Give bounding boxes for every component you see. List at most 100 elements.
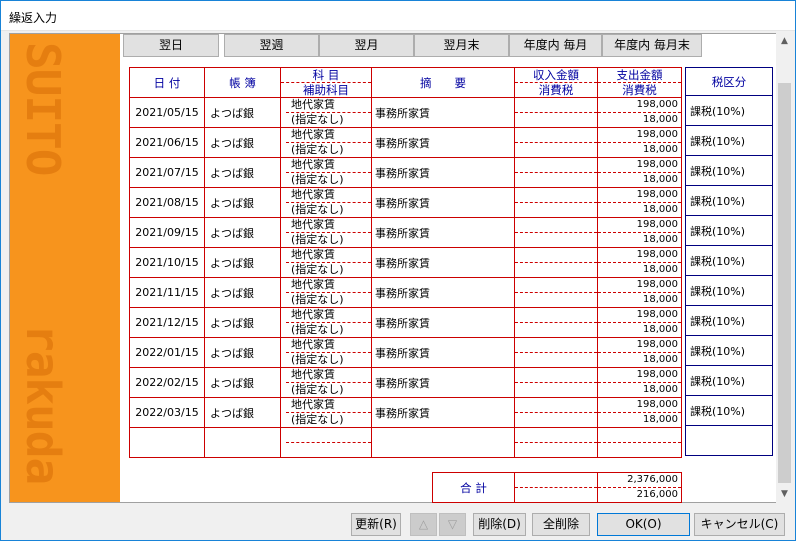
row-expense-cell[interactable]: 198,000 18,000 <box>597 157 682 188</box>
row-book[interactable]: よつば銀 <box>204 247 281 278</box>
row-description[interactable]: 事務所家賃 <box>371 367 515 398</box>
row-subject-cell[interactable] <box>280 427 372 458</box>
row-date[interactable]: 2021/06/15 <box>129 127 205 158</box>
row-description[interactable]: 事務所家賃 <box>371 247 515 278</box>
row-tax-class[interactable]: 課税(10%) <box>685 365 773 396</box>
scrollbar-thumb[interactable] <box>778 83 791 483</box>
row-date[interactable]: 2022/03/15 <box>129 397 205 428</box>
row-subject-cell[interactable]: 地代家賃 (指定なし) <box>280 337 372 368</box>
scroll-down-arrow-icon[interactable]: ▼ <box>776 486 793 503</box>
row-date[interactable]: 2021/07/15 <box>129 157 205 188</box>
row-income-cell[interactable] <box>514 367 598 398</box>
row-subject-cell[interactable]: 地代家賃 (指定なし) <box>280 187 372 218</box>
row-description[interactable] <box>371 427 515 458</box>
row-income-cell[interactable] <box>514 427 598 458</box>
row-subject-cell[interactable]: 地代家賃 (指定なし) <box>280 127 372 158</box>
journal-row[interactable]: 2021/12/15 よつば銀 地代家賃 (指定なし) 事務所家賃 198,000 18,0… <box>129 307 682 338</box>
row-expense-cell[interactable]: 198,000 18,000 <box>597 277 682 308</box>
row-income-cell[interactable] <box>514 337 598 368</box>
row-book[interactable]: よつば銀 <box>204 187 281 218</box>
row-income-cell[interactable] <box>514 187 598 218</box>
row-tax-class[interactable]: 課税(10%) <box>685 245 773 276</box>
row-book[interactable] <box>204 427 281 458</box>
row-date[interactable]: 2021/10/15 <box>129 247 205 278</box>
row-expense-cell[interactable]: 198,000 18,000 <box>597 187 682 218</box>
scroll-up-arrow-icon[interactable]: ▲ <box>776 33 793 50</box>
row-date[interactable]: 2021/08/15 <box>129 187 205 218</box>
row-tax-class[interactable]: 課税(10%) <box>685 305 773 336</box>
row-tax-class[interactable]: 課税(10%) <box>685 275 773 306</box>
row-description[interactable]: 事務所家賃 <box>371 127 515 158</box>
row-book[interactable]: よつば銀 <box>204 367 281 398</box>
row-tax-class[interactable]: 課税(10%) <box>685 95 773 126</box>
row-subject-cell[interactable]: 地代家賃 (指定なし) <box>280 217 372 248</box>
row-subject-cell[interactable]: 地代家賃 (指定なし) <box>280 157 372 188</box>
row-date[interactable] <box>129 427 205 458</box>
row-income-cell[interactable] <box>514 277 598 308</box>
delete-button[interactable]: 削除(D) <box>473 513 526 536</box>
row-tax-class[interactable] <box>685 425 773 456</box>
yearly-month-end-button[interactable]: 年度内 毎月末 <box>602 34 702 57</box>
row-income-cell[interactable] <box>514 307 598 338</box>
row-income-cell[interactable] <box>514 397 598 428</box>
ok-button[interactable]: OK(O) <box>597 513 690 536</box>
row-expense-cell[interactable]: 198,000 18,000 <box>597 367 682 398</box>
row-description[interactable]: 事務所家賃 <box>371 97 515 128</box>
row-tax-class[interactable]: 課税(10%) <box>685 125 773 156</box>
next-day-button[interactable]: 翌日 <box>123 34 219 57</box>
row-description[interactable]: 事務所家賃 <box>371 157 515 188</box>
journal-row[interactable]: 2021/07/15 よつば銀 地代家賃 (指定なし) 事務所家賃 198,000 18,0… <box>129 157 682 188</box>
row-tax-class[interactable]: 課税(10%) <box>685 395 773 426</box>
row-book[interactable]: よつば銀 <box>204 97 281 128</box>
row-tax-class[interactable]: 課税(10%) <box>685 185 773 216</box>
row-subject-cell[interactable]: 地代家賃 (指定なし) <box>280 247 372 278</box>
row-subject-cell[interactable]: 地代家賃 (指定なし) <box>280 97 372 128</box>
row-book[interactable]: よつば銀 <box>204 157 281 188</box>
journal-row[interactable]: 2021/08/15 よつば銀 地代家賃 (指定なし) 事務所家賃 198,000 18,0… <box>129 187 682 218</box>
row-date[interactable]: 2021/12/15 <box>129 307 205 338</box>
row-income-cell[interactable] <box>514 127 598 158</box>
row-book[interactable]: よつば銀 <box>204 307 281 338</box>
row-tax-class[interactable]: 課税(10%) <box>685 215 773 246</box>
next-month-button[interactable]: 翌月 <box>319 34 414 57</box>
next-month-end-button[interactable]: 翌月末 <box>414 34 509 57</box>
row-expense-cell[interactable]: 198,000 18,000 <box>597 397 682 428</box>
row-expense-cell[interactable]: 198,000 18,000 <box>597 307 682 338</box>
row-subject-cell[interactable]: 地代家賃 (指定なし) <box>280 367 372 398</box>
row-income-cell[interactable] <box>514 217 598 248</box>
row-subject-cell[interactable]: 地代家賃 (指定なし) <box>280 397 372 428</box>
cancel-button[interactable]: キャンセル(C) <box>694 513 785 536</box>
delete-all-button[interactable]: 全削除 <box>532 513 590 536</box>
row-tax-class[interactable]: 課税(10%) <box>685 335 773 366</box>
row-expense-cell[interactable]: 198,000 18,000 <box>597 127 682 158</box>
row-book[interactable]: よつば銀 <box>204 127 281 158</box>
row-income-cell[interactable] <box>514 247 598 278</box>
journal-row[interactable]: 2022/01/15 よつば銀 地代家賃 (指定なし) 事務所家賃 198,000 18,0… <box>129 337 682 368</box>
row-description[interactable]: 事務所家賃 <box>371 337 515 368</box>
journal-row[interactable]: 2022/02/15 よつば銀 地代家賃 (指定なし) 事務所家賃 198,000 18,0… <box>129 367 682 398</box>
row-book[interactable]: よつば銀 <box>204 337 281 368</box>
move-up-button[interactable]: △ <box>410 513 437 536</box>
yearly-monthly-button[interactable]: 年度内 毎月 <box>509 34 602 57</box>
row-tax-class[interactable]: 課税(10%) <box>685 155 773 186</box>
journal-row[interactable]: 2021/11/15 よつば銀 地代家賃 (指定なし) 事務所家賃 198,000 18,0… <box>129 277 682 308</box>
journal-row[interactable]: 2021/06/15 よつば銀 地代家賃 (指定なし) 事務所家賃 198,000 18,0… <box>129 127 682 158</box>
row-expense-cell[interactable]: 198,000 18,000 <box>597 217 682 248</box>
move-down-button[interactable]: ▽ <box>439 513 466 536</box>
next-week-button[interactable]: 翌週 <box>224 34 319 57</box>
row-book[interactable]: よつば銀 <box>204 397 281 428</box>
row-subject-cell[interactable]: 地代家賃 (指定なし) <box>280 277 372 308</box>
row-date[interactable]: 2022/01/15 <box>129 337 205 368</box>
row-description[interactable]: 事務所家賃 <box>371 307 515 338</box>
row-description[interactable]: 事務所家賃 <box>371 277 515 308</box>
row-book[interactable]: よつば銀 <box>204 277 281 308</box>
row-expense-cell[interactable]: 198,000 18,000 <box>597 97 682 128</box>
journal-row[interactable]: 2021/09/15 よつば銀 地代家賃 (指定なし) 事務所家賃 198,000 18,0… <box>129 217 682 248</box>
journal-row[interactable] <box>129 427 682 458</box>
row-expense-cell[interactable]: 198,000 18,000 <box>597 247 682 278</box>
row-description[interactable]: 事務所家賃 <box>371 187 515 218</box>
row-income-cell[interactable] <box>514 157 598 188</box>
row-date[interactable]: 2022/02/15 <box>129 367 205 398</box>
update-button[interactable]: 更新(R) <box>351 513 401 536</box>
row-date[interactable]: 2021/11/15 <box>129 277 205 308</box>
